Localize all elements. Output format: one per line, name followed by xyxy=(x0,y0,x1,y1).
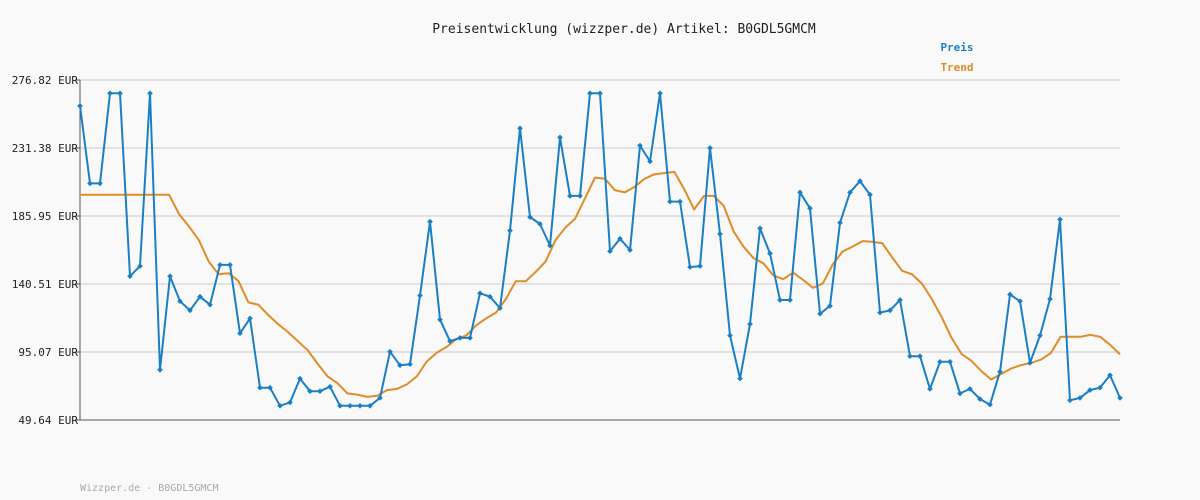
data-point xyxy=(1027,360,1033,366)
series-line-preis xyxy=(79,92,1121,407)
data-point xyxy=(927,386,933,392)
data-point xyxy=(507,227,513,234)
data-point xyxy=(1047,296,1053,302)
footer-credit: Wizzper.de - B0GDL5GMCM xyxy=(80,483,218,494)
data-point xyxy=(777,297,783,303)
y-tick-label: 95.07 EUR xyxy=(18,346,78,359)
y-tick-label: 49.64 EUR xyxy=(18,414,78,427)
data-point xyxy=(427,218,433,225)
data-point xyxy=(697,263,703,269)
data-point xyxy=(457,335,463,341)
data-point xyxy=(747,321,753,327)
data-point xyxy=(97,180,103,187)
data-point xyxy=(917,353,923,360)
data-point xyxy=(837,219,843,226)
data-point xyxy=(907,353,913,360)
data-point xyxy=(117,90,123,97)
data-point xyxy=(87,180,93,187)
data-point xyxy=(787,297,793,303)
data-point xyxy=(407,361,413,368)
y-tick-label: 276.82 EUR xyxy=(12,74,79,87)
data-point xyxy=(577,193,583,199)
data-point xyxy=(167,273,173,280)
data-point xyxy=(597,90,603,97)
data-point xyxy=(217,262,223,268)
data-point xyxy=(717,231,723,237)
data-point xyxy=(257,384,263,391)
data-point xyxy=(477,290,483,297)
chart-title: Preisentwicklung (wizzper.de) Artikel: B… xyxy=(432,22,816,37)
data-point xyxy=(677,198,683,205)
data-point xyxy=(357,402,363,409)
data-point xyxy=(587,90,593,97)
y-axis-ticks: 276.82 EUR 231.38 EUR 185.95 EUR 140.51 EUR… xyxy=(12,74,80,427)
legend-preis: Preis xyxy=(940,41,973,54)
legend-trend: Trend xyxy=(940,61,973,74)
price-chart: Preisentwicklung (wizzper.de) Artikel: B… xyxy=(12,22,1123,494)
data-point xyxy=(657,90,663,97)
data-point xyxy=(1067,397,1073,404)
data-point xyxy=(1037,332,1043,339)
data-point xyxy=(567,193,573,199)
data-point xyxy=(767,250,773,257)
data-point xyxy=(947,358,953,365)
data-point xyxy=(737,375,743,382)
data-point xyxy=(667,198,673,205)
data-point xyxy=(727,332,733,339)
data-point xyxy=(227,262,233,268)
data-point xyxy=(1057,216,1063,223)
data-point xyxy=(467,335,473,341)
data-point xyxy=(557,134,563,141)
data-point xyxy=(157,366,163,373)
data-point xyxy=(877,309,883,316)
data-point xyxy=(417,292,423,299)
data-point xyxy=(707,145,713,151)
series-layer xyxy=(77,90,1123,409)
data-point xyxy=(287,399,293,406)
data-point xyxy=(147,90,153,97)
data-point xyxy=(757,225,763,232)
y-tick-label: 185.95 EUR xyxy=(12,210,79,223)
data-point xyxy=(107,90,113,97)
data-point xyxy=(687,264,693,270)
data-point xyxy=(347,402,353,409)
data-point xyxy=(1117,395,1123,401)
y-tick-label: 231.38 EUR xyxy=(12,142,79,155)
data-point xyxy=(517,125,523,132)
data-point xyxy=(77,103,83,109)
y-tick-label: 140.51 EUR xyxy=(12,278,79,291)
data-point xyxy=(937,358,943,365)
